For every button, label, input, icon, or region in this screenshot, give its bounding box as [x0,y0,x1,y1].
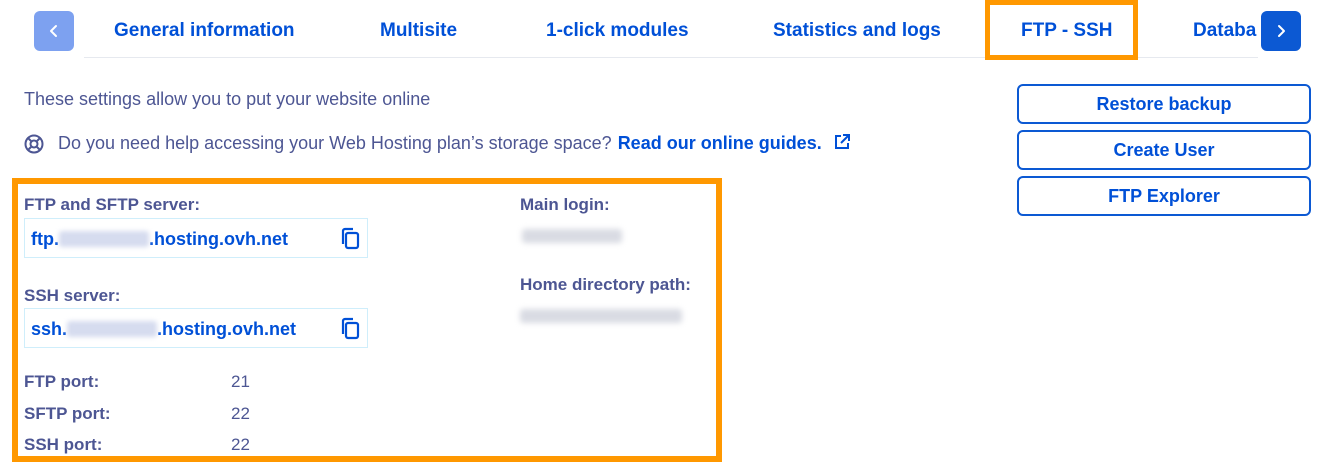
ftp-port-label: FTP port: [24,372,100,391]
ftp-server-field: ftp. .hosting.ovh.net [24,218,368,258]
ssh-server-field: ssh. .hosting.ovh.net [24,308,368,348]
help-row: Do you need help accessing your Web Host… [24,133,851,154]
redacted-home-directory [520,309,682,323]
ssh-server-value: ssh. .hosting.ovh.net [31,319,296,340]
online-guides-link[interactable]: Read our online guides. [618,133,851,154]
ssh-server-prefix: ssh. [31,319,68,339]
copy-icon[interactable] [339,317,361,341]
main-login-label: Main login: [520,195,610,214]
redacted-main-login [522,229,622,243]
ssh-server-suffix: .hosting.ovh.net [157,319,297,339]
external-link-icon [834,134,850,149]
copy-icon[interactable] [339,227,361,251]
help-text: Do you need help accessing your Web Host… [58,133,612,153]
create-user-button[interactable]: Create User [1017,130,1311,170]
chevron-left-icon [50,25,57,37]
tab-1-click-modules[interactable]: 1-click modules [546,20,689,42]
intro-text: These settings allow you to put your web… [24,89,431,109]
ssh-port-label: SSH port: [24,435,103,454]
ftp-server-label: FTP and SFTP server: [24,195,201,214]
ssh-server-label: SSH server: [24,286,121,305]
sftp-port-value: 22 [231,404,250,423]
chevron-right-icon [1278,25,1285,37]
tab-multisite[interactable]: Multisite [380,20,457,42]
tabs-next-button[interactable] [1261,11,1301,51]
tab-databases[interactable]: Databa [1193,20,1256,42]
tab-general-information[interactable]: General information [114,20,295,42]
restore-backup-button[interactable]: Restore backup [1017,84,1311,124]
redacted-service-name [58,231,149,247]
sftp-port-label: SFTP port: [24,404,111,423]
redacted-service-name [67,321,158,337]
ftp-server-suffix: .hosting.ovh.net [148,229,288,249]
lifebuoy-icon [24,134,44,153]
active-tab-highlight [985,0,1138,60]
ftp-explorer-button[interactable]: FTP Explorer [1017,176,1311,216]
tab-statistics-and-logs[interactable]: Statistics and logs [773,20,941,42]
ssh-port-value: 22 [231,435,250,454]
online-guides-link-label: Read our online guides. [617,133,822,153]
ftp-server-value: ftp. .hosting.ovh.net [31,229,288,250]
ftp-server-prefix: ftp. [31,229,59,249]
ftp-port-value: 21 [231,372,250,391]
tab-bar: General information Multisite 1-click mo… [0,0,1321,62]
home-directory-label: Home directory path: [520,275,691,294]
tabs-previous-button[interactable] [34,11,74,51]
